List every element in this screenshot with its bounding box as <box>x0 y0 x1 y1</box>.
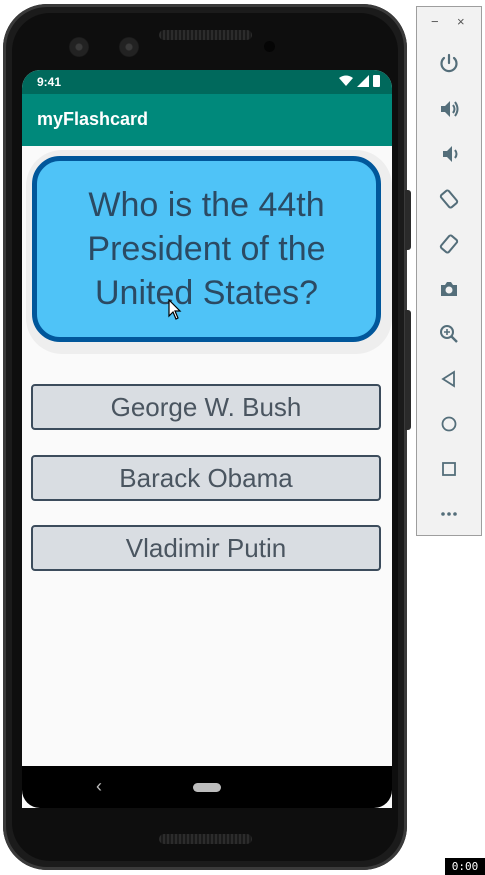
battery-icon <box>373 75 380 87</box>
volume-down-icon <box>443 146 458 162</box>
close-button[interactable]: × <box>457 14 465 29</box>
overview-button[interactable] <box>436 456 462 482</box>
emulator-window: 9:41 myFlashcard Who is the 44th Preside… <box>0 0 485 875</box>
answer-option-2[interactable]: Barack Obama <box>31 455 381 501</box>
overview-icon <box>442 462 456 476</box>
volume-side-button <box>405 310 411 430</box>
wifi-icon <box>339 75 353 86</box>
nav-home-icon[interactable] <box>193 783 221 792</box>
bottom-speaker <box>159 834 252 844</box>
panel-window-controls: − × <box>417 7 481 37</box>
zoom-button[interactable] <box>436 321 462 347</box>
home-button[interactable] <box>436 411 462 437</box>
rotate-right-icon <box>439 234 459 254</box>
power-icon <box>440 53 458 73</box>
navigation-bar: ‹ <box>22 766 392 808</box>
more-button[interactable] <box>436 501 462 527</box>
proximity-sensor <box>264 41 275 52</box>
camera-icon <box>441 282 457 296</box>
screenshot-button[interactable] <box>436 276 462 302</box>
front-camera-2 <box>119 37 139 57</box>
front-camera-1 <box>69 37 89 57</box>
recording-timer: 0:00 <box>445 858 485 875</box>
minimize-button[interactable]: − <box>431 14 439 29</box>
rotate-left-button[interactable] <box>436 186 462 212</box>
flashcard-question: Who is the 44th President of the United … <box>87 186 326 312</box>
back-icon <box>441 370 455 388</box>
signal-icon <box>357 75 369 87</box>
emulator-control-panel: − × <box>416 6 482 536</box>
nav-back-icon[interactable]: ‹ <box>96 777 102 795</box>
answer-option-3[interactable]: Vladimir Putin <box>31 525 381 571</box>
mouse-cursor-icon <box>168 299 182 320</box>
volume-down-button[interactable] <box>436 141 462 167</box>
back-button[interactable] <box>436 366 462 392</box>
volume-up-button[interactable] <box>436 96 462 122</box>
rotate-right-button[interactable] <box>436 231 462 257</box>
status-icons <box>339 75 380 87</box>
answer-option-1[interactable]: George W. Bush <box>31 384 381 430</box>
volume-up-icon <box>441 101 459 117</box>
more-icon <box>441 512 457 516</box>
rotate-left-icon <box>439 189 459 209</box>
home-icon <box>441 416 457 432</box>
app-title: myFlashcard <box>37 109 149 129</box>
power-button[interactable] <box>436 51 462 77</box>
flashcard[interactable]: Who is the 44th President of the United … <box>32 156 381 342</box>
status-time: 9:41 <box>37 75 62 89</box>
earpiece-speaker <box>159 30 252 40</box>
power-side-button <box>405 190 411 250</box>
status-bar: 9:41 <box>22 70 392 94</box>
zoom-icon <box>440 325 458 343</box>
app-bar: myFlashcard <box>22 94 392 146</box>
